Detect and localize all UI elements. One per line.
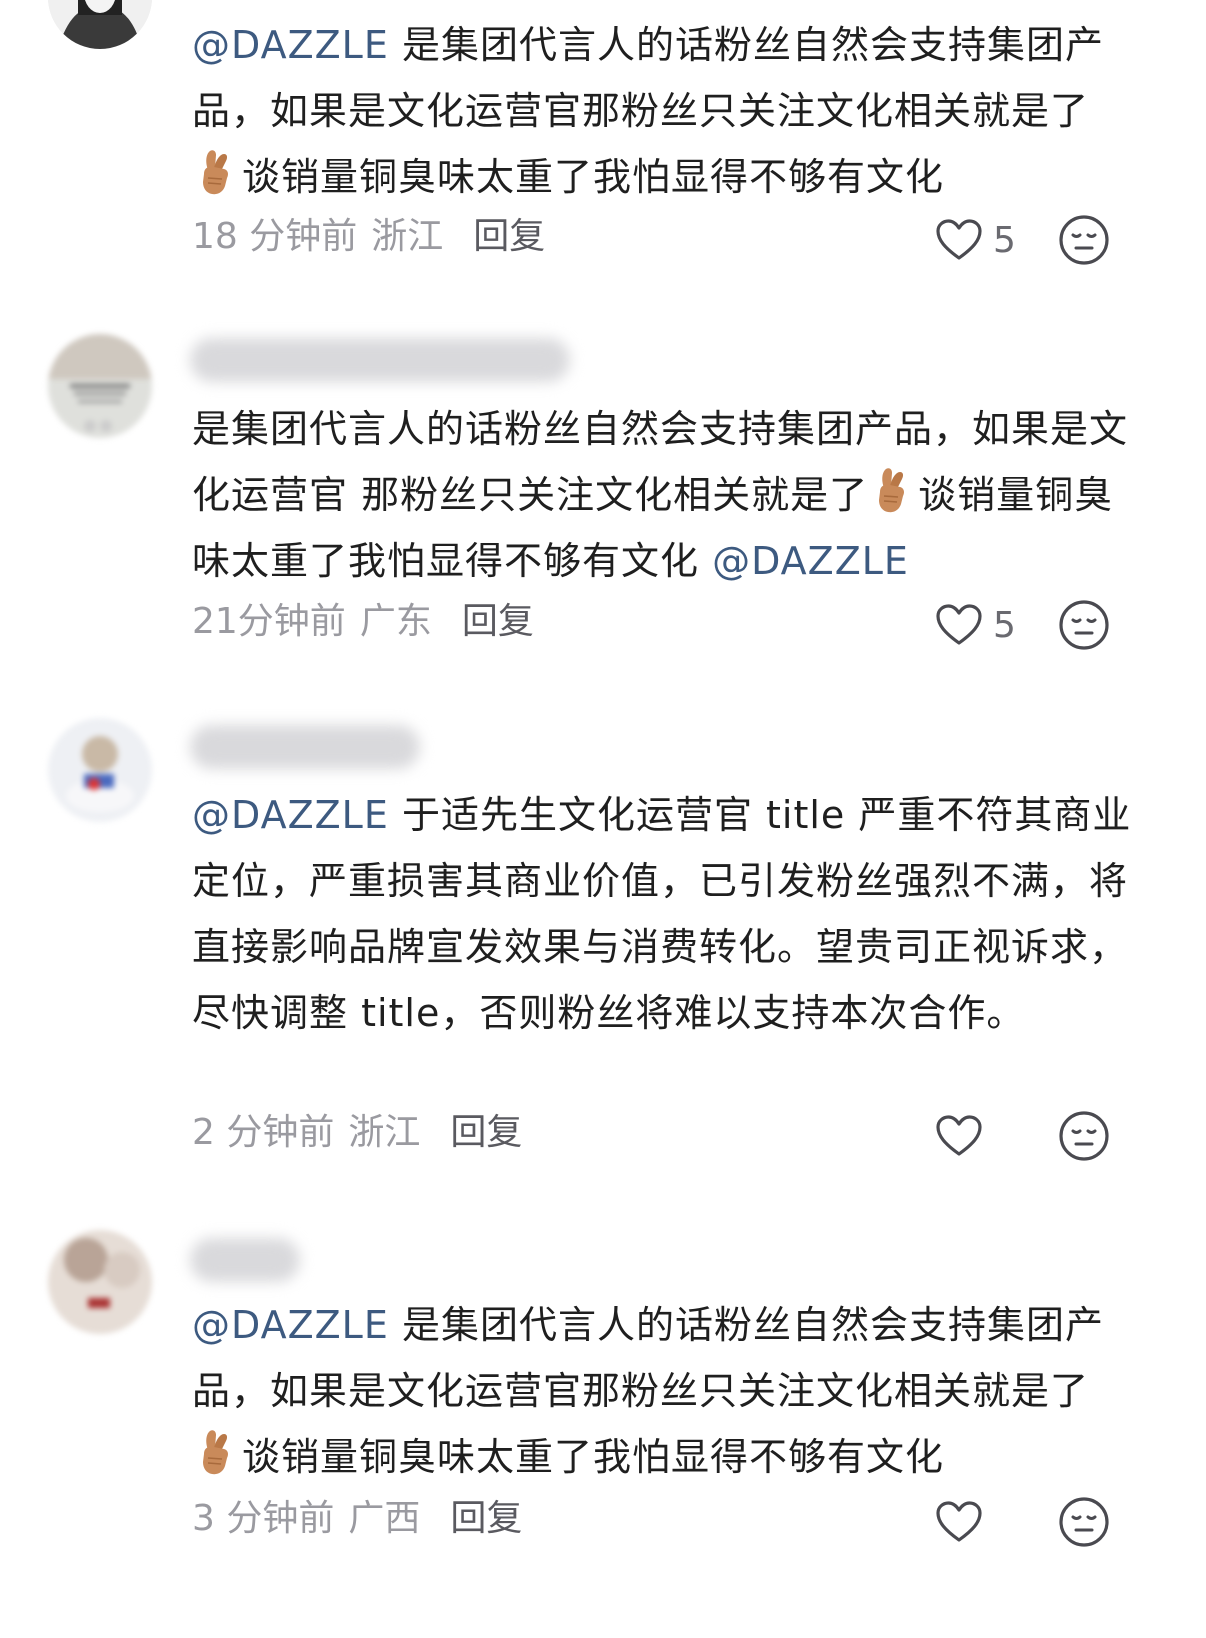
like-count: 5 <box>993 219 1016 261</box>
comment-text: @DAZZLE 于适先生文化运营官 title 严重不符其商业定位，严重损害其商… <box>192 793 1132 1035</box>
timestamp: 3 分钟前 <box>192 1498 335 1539</box>
neutral-face-icon[interactable] <box>1058 1496 1110 1548</box>
location: 浙江 <box>371 216 444 257</box>
comment-meta: 21分钟前 广东 回复 <box>192 597 534 647</box>
username-blurred[interactable] <box>190 725 420 769</box>
like-button[interactable]: 5 <box>935 597 1027 653</box>
reply-button[interactable]: 回复 <box>462 601 534 642</box>
neutral-face-icon[interactable] <box>1058 1110 1110 1162</box>
comment-text: @DAZZLE 是集团代言人的话粉丝自然会支持集团产品，如果是文化运营官那粉丝只… <box>192 23 1104 199</box>
heart-outline-icon <box>935 603 983 647</box>
timestamp: 18 分钟前 <box>192 216 358 257</box>
avatar[interactable] <box>48 334 152 438</box>
comment-text: @DAZZLE 是集团代言人的话粉丝自然会支持集团产品，如果是文化运营官那粉丝只… <box>192 1303 1104 1479</box>
avatar[interactable] <box>48 1230 152 1334</box>
location: 广西 <box>348 1498 421 1539</box>
username-blurred[interactable] <box>190 338 570 382</box>
heart-outline-icon <box>935 1500 983 1544</box>
reply-button[interactable]: 回复 <box>450 1498 522 1539</box>
avatar-image <box>48 1230 152 1334</box>
mention-link[interactable]: @DAZZLE <box>712 539 909 583</box>
crossed-fingers-emoji <box>194 1428 236 1476</box>
comment-text: 是集团代言人的话粉丝自然会支持集团产品，如果是文化运营官 那粉丝只关注文化相关就… <box>192 407 1129 583</box>
heart-outline-icon <box>935 1114 983 1158</box>
avatar-image <box>48 0 152 49</box>
username-blurred[interactable] <box>190 1238 300 1282</box>
comment-meta: 3 分钟前 广西 回复 <box>192 1494 522 1544</box>
timestamp: 21分钟前 <box>192 601 346 642</box>
like-count: 5 <box>993 604 1016 646</box>
mention-link[interactable]: @DAZZLE <box>192 23 389 67</box>
avatar-image <box>48 334 152 438</box>
mention-link[interactable]: @DAZZLE <box>192 793 389 837</box>
like-button[interactable] <box>935 1494 1027 1550</box>
reply-button[interactable]: 回复 <box>473 216 545 257</box>
location: 浙江 <box>348 1112 421 1153</box>
like-button[interactable]: 5 <box>935 212 1027 268</box>
like-button[interactable] <box>935 1108 1027 1164</box>
crossed-fingers-emoji <box>870 466 912 514</box>
crossed-fingers-emoji <box>194 148 236 196</box>
timestamp: 2 分钟前 <box>192 1112 335 1153</box>
avatar[interactable] <box>48 718 152 822</box>
avatar-image <box>48 718 152 822</box>
comment-meta: 2 分钟前 浙江 回复 <box>192 1108 522 1158</box>
reply-button[interactable]: 回复 <box>450 1112 522 1153</box>
avatar[interactable] <box>48 0 152 49</box>
neutral-face-icon[interactable] <box>1058 214 1110 266</box>
location: 广东 <box>359 601 432 642</box>
neutral-face-icon[interactable] <box>1058 599 1110 651</box>
heart-outline-icon <box>935 218 983 262</box>
comment-meta: 18 分钟前 浙江 回复 <box>192 212 545 262</box>
mention-link[interactable]: @DAZZLE <box>192 1303 389 1347</box>
